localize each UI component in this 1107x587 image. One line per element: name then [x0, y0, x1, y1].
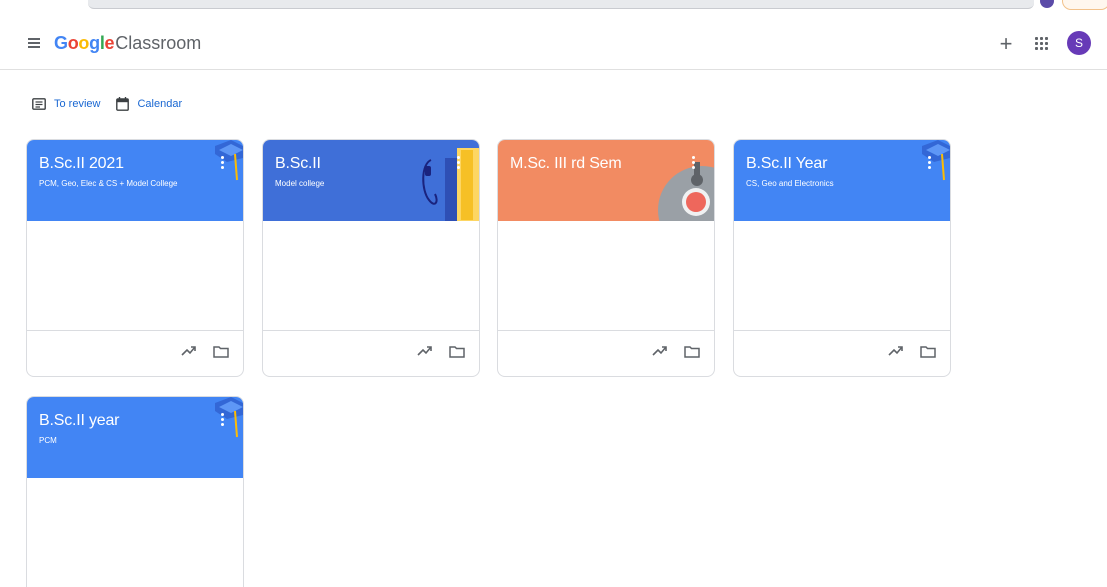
trending-up-icon[interactable] [417, 345, 433, 357]
course-card-footer [27, 330, 243, 376]
menu-icon[interactable] [25, 36, 43, 50]
to-review-link[interactable]: To review [32, 98, 100, 110]
more-vert-icon[interactable] [219, 413, 225, 429]
course-banner[interactable]: B.Sc.II 2021 PCM, Geo, Elec & CS + Model… [27, 140, 243, 221]
app-logo[interactable]: GoogleClassroom [54, 33, 201, 54]
graduation-cap-illustration [215, 397, 243, 438]
logo-product-name: Classroom [115, 33, 202, 53]
graduation-cap-illustration [215, 140, 243, 181]
course-subtitle: PCM, Geo, Elec & CS + Model College [39, 179, 178, 188]
course-subtitle: PCM [39, 436, 57, 445]
lab-equipment-illustration [658, 162, 714, 221]
calendar-label: Calendar [137, 98, 183, 110]
course-subtitle: Model college [275, 179, 325, 188]
course-title[interactable]: B.Sc.II year [39, 412, 119, 430]
logo-letter: G [54, 33, 68, 53]
course-title[interactable]: B.Sc.II Year [746, 155, 827, 173]
course-subtitle: CS, Geo and Electronics [746, 179, 834, 188]
secondary-nav: To review Calendar [32, 94, 198, 114]
calendar-icon [116, 97, 130, 111]
course-banner[interactable]: B.Sc.II year PCM [27, 397, 243, 478]
folder-icon[interactable] [449, 345, 465, 358]
browser-action-pill[interactable] [1062, 0, 1107, 10]
course-card-footer [498, 330, 714, 376]
browser-address-bar[interactable] [88, 0, 1034, 9]
app-header: GoogleClassroom + S [0, 18, 1107, 70]
more-vert-icon[interactable] [690, 156, 696, 172]
graduation-cap-illustration [922, 140, 950, 181]
logo-letter: o [78, 33, 90, 53]
calendar-link[interactable]: Calendar [116, 97, 182, 111]
logo-letter: o [67, 33, 79, 53]
course-card[interactable]: M.Sc. III rd Sem [497, 139, 715, 377]
course-card[interactable]: B.Sc.II Year CS, Geo and Electronics [733, 139, 951, 377]
list-icon [32, 98, 46, 110]
course-title[interactable]: B.Sc.II 2021 [39, 155, 124, 173]
trending-up-icon[interactable] [652, 345, 668, 357]
course-banner[interactable]: B.Sc.II Year CS, Geo and Electronics [734, 140, 950, 221]
course-banner[interactable]: M.Sc. III rd Sem [498, 140, 714, 221]
folder-icon[interactable] [213, 345, 229, 358]
course-banner[interactable]: B.Sc.II Model college [263, 140, 479, 221]
more-vert-icon[interactable] [455, 156, 461, 172]
trending-up-icon[interactable] [888, 345, 904, 357]
apps-grid-icon[interactable] [1034, 36, 1050, 52]
browser-top-strip [0, 0, 1107, 14]
plus-icon[interactable]: + [996, 33, 1016, 55]
browser-profile-icon[interactable] [1040, 0, 1054, 8]
logo-letter: e [104, 33, 115, 53]
more-vert-icon[interactable] [926, 156, 932, 172]
course-title[interactable]: B.Sc.II [275, 155, 321, 173]
avatar[interactable]: S [1067, 31, 1091, 55]
trending-up-icon[interactable] [181, 345, 197, 357]
books-headphones-illustration [422, 148, 479, 221]
course-card-footer [734, 330, 950, 376]
course-card-footer [263, 330, 479, 376]
logo-letter: g [89, 33, 100, 53]
course-card[interactable]: B.Sc.II Model college [262, 139, 480, 377]
to-review-label: To review [54, 98, 101, 110]
course-title[interactable]: M.Sc. III rd Sem [510, 155, 622, 173]
course-card[interactable]: B.Sc.II year PCM [26, 396, 244, 587]
folder-icon[interactable] [920, 345, 936, 358]
more-vert-icon[interactable] [219, 156, 225, 172]
course-card[interactable]: B.Sc.II 2021 PCM, Geo, Elec & CS + Model… [26, 139, 244, 377]
folder-icon[interactable] [684, 345, 700, 358]
